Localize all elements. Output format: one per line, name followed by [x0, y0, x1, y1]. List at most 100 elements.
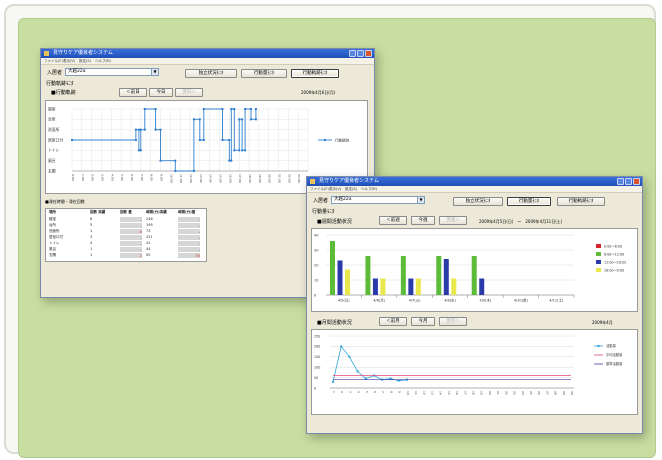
table-cell: 玄関 [49, 253, 56, 257]
stay-table: 場所 回数 実績 回数 差時間(分)実績 時間(分)差 寝室 6-246- 台所 5-195-… [45, 208, 207, 262]
trajectory-point [254, 108, 257, 110]
window-title: 見守りケア優良者システム [319, 178, 379, 184]
menu-help[interactable]: ヘルプ(H) [361, 186, 377, 192]
x-tick-label: 4/8(水) [444, 298, 456, 303]
legend-label: 基準活動量 [606, 361, 623, 366]
x-tick-label: 11:00 [179, 174, 183, 183]
bar [365, 256, 371, 295]
x-tick-label: 29 [562, 391, 566, 395]
section-title: 行動量ﾓﾆﾀ [312, 209, 335, 215]
trajectory-point [174, 159, 177, 162]
x-tick-label: 26 [537, 391, 541, 395]
y-tick-label: 40 [314, 233, 318, 237]
x-tick-label: 23:00 [297, 174, 301, 183]
trajectory-point [230, 159, 233, 162]
x-tick-label: 6:00 [130, 174, 134, 181]
menu-settings[interactable]: 設定(S) [345, 186, 357, 192]
trajectory-point [202, 139, 205, 141]
x-tick-label: 6 [373, 391, 377, 393]
menu-view[interactable]: 表示(V) [329, 186, 341, 192]
trajectory-point [244, 108, 247, 110]
monthly-title: ■月間活動状況 [317, 320, 352, 326]
x-tick-label: 17 [463, 391, 467, 395]
resident-label: 入居者 [47, 70, 63, 76]
y-tick-label: 玄関 [48, 168, 56, 173]
data-point [389, 377, 392, 380]
close-button[interactable] [365, 50, 372, 57]
today-button[interactable]: 今日 [149, 88, 173, 97]
resident-select[interactable]: 大越22a ▼ [65, 68, 159, 76]
status-monitor-button[interactable]: 独立状況ﾓﾆﾀ [185, 69, 237, 78]
x-tick-label: 8:00 [150, 174, 154, 181]
prev-week-button[interactable]: ＜前週 [379, 216, 407, 225]
menu-view[interactable]: 表示(V) [63, 58, 75, 64]
table-cell: - [178, 228, 200, 234]
trajectory-point [154, 128, 157, 131]
bar [337, 260, 343, 295]
status-monitor-button[interactable]: 独立状況ﾓﾆﾀ [453, 197, 503, 206]
bar [400, 256, 406, 295]
table-cell: - [120, 234, 142, 240]
x-tick-label: 25 [529, 391, 533, 395]
menu-bar: ファイル(F) 表示(V) 設定(S) ヘルプ(H) [307, 186, 642, 193]
legend-marker [324, 139, 326, 141]
bar [479, 278, 485, 295]
y-tick-label: 台所 [48, 117, 56, 122]
track-monitor-button[interactable]: 行動軌跡ﾓﾆﾀ [291, 69, 339, 78]
trajectory-point [254, 118, 257, 121]
x-tick-label: 5:00 [120, 174, 124, 181]
chevron-down-icon: ▼ [417, 197, 424, 203]
trajectory-point [228, 159, 231, 162]
y-tick-label: 50 [314, 376, 318, 380]
prev-month-button[interactable]: ＜前月 [379, 317, 407, 326]
table-cell: - [120, 216, 142, 222]
x-tick-label: 9 [398, 391, 402, 393]
x-tick-label: 23 [513, 391, 517, 395]
resident-select[interactable]: 大越22a ▼ [331, 196, 425, 204]
this-week-button[interactable]: 今週 [411, 216, 435, 225]
menu-file[interactable]: ファイル(F) [44, 58, 63, 64]
x-tick-label: 19 [480, 391, 484, 395]
graph-title: ■行動軌跡 [51, 90, 76, 96]
x-tick-label: 4/9(木) [479, 298, 491, 303]
table-cell: - [178, 222, 200, 228]
stay-table-title: ■滞在時間・滞在回数 [45, 199, 85, 204]
table-cell: - [120, 222, 142, 228]
resident-label: 入居者 [313, 198, 329, 204]
x-tick-label: 4/11(土) [549, 298, 564, 303]
next-month-button[interactable]: 翌月＞ [439, 317, 467, 326]
close-button[interactable] [633, 178, 640, 185]
x-tick-label: 13 [430, 391, 434, 395]
minimize-button[interactable] [617, 178, 624, 185]
x-tick-label: 10:00 [169, 174, 173, 183]
maximize-button[interactable] [625, 178, 632, 185]
x-tick-label: 4/10(金) [514, 298, 529, 303]
table-cell: 50 [146, 253, 151, 257]
trajectory-point [71, 139, 73, 141]
current-date: 2009年4月6日(月) [301, 90, 336, 95]
this-month-button[interactable]: 今月 [411, 317, 435, 326]
prev-day-button[interactable]: ＜前日 [119, 88, 147, 97]
x-tick-label: 4/6(月) [373, 298, 385, 303]
menu-file[interactable]: ファイル(F) [310, 186, 329, 192]
x-tick-label: 19:00 [258, 174, 262, 183]
menu-help[interactable]: ヘルプ(H) [95, 58, 111, 64]
table-header-cell: 回数 差 [120, 210, 132, 214]
legend-label: 6:00～12:00 [604, 252, 624, 256]
minimize-button[interactable] [349, 50, 356, 57]
next-week-button[interactable]: 翌週＞ [439, 216, 467, 225]
table-cell: - [178, 234, 200, 240]
x-tick-label: 27 [545, 391, 549, 395]
track-monitor-button[interactable]: 行動軌跡ﾓﾆﾀ [557, 197, 605, 206]
legend-swatch [596, 268, 601, 272]
next-day-button[interactable]: 翌日＞ [175, 88, 203, 97]
weekly-bar-chart: 0 10 20 30 40 4/5(日) 4/6(月) 4/7(火) 4/8(水) 4/9(木) 4… [314, 233, 626, 303]
heatmap-monitor-button[interactable]: 行動量ﾓﾆﾀ [241, 69, 287, 78]
trajectory-point [230, 108, 233, 110]
menu-bar: ファイル(F) 表示(V) 設定(S) ヘルプ(H) [41, 58, 374, 65]
trajectory-point [221, 139, 224, 141]
heatmap-monitor-button[interactable]: 行動量ﾓﾆﾀ [507, 197, 551, 206]
maximize-button[interactable] [357, 50, 364, 57]
trajectory-point [198, 118, 201, 121]
menu-settings[interactable]: 設定(S) [79, 58, 91, 64]
